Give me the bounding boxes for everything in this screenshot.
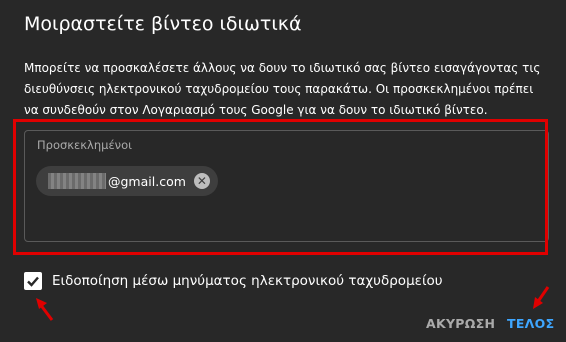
- notify-email-row: Ειδοποίηση μέσω μηνύματος ηλεκτρονικού τ…: [24, 272, 443, 290]
- annotation-highlight-box: [13, 119, 548, 255]
- dialog-description: Μπορείτε να προσκαλέσετε άλλους να δουν …: [24, 61, 541, 117]
- cancel-button[interactable]: ΑΚΥΡΩΣΗ: [426, 316, 495, 331]
- dialog-title: Μοιραστείτε βίντεο ιδιωτικά: [24, 13, 302, 35]
- red-arrow-icon: [533, 286, 550, 309]
- done-button[interactable]: ΤΕΛΟΣ: [507, 316, 554, 331]
- share-private-dialog: Μοιραστείτε βίντεο ιδιωτικά Μπορείτε να …: [0, 0, 566, 342]
- check-icon: [27, 276, 39, 287]
- red-arrow-icon: [36, 298, 54, 321]
- notify-email-checkbox[interactable]: [24, 272, 42, 290]
- notify-email-label: Ειδοποίηση μέσω μηνύματος ηλεκτρονικού τ…: [52, 273, 443, 289]
